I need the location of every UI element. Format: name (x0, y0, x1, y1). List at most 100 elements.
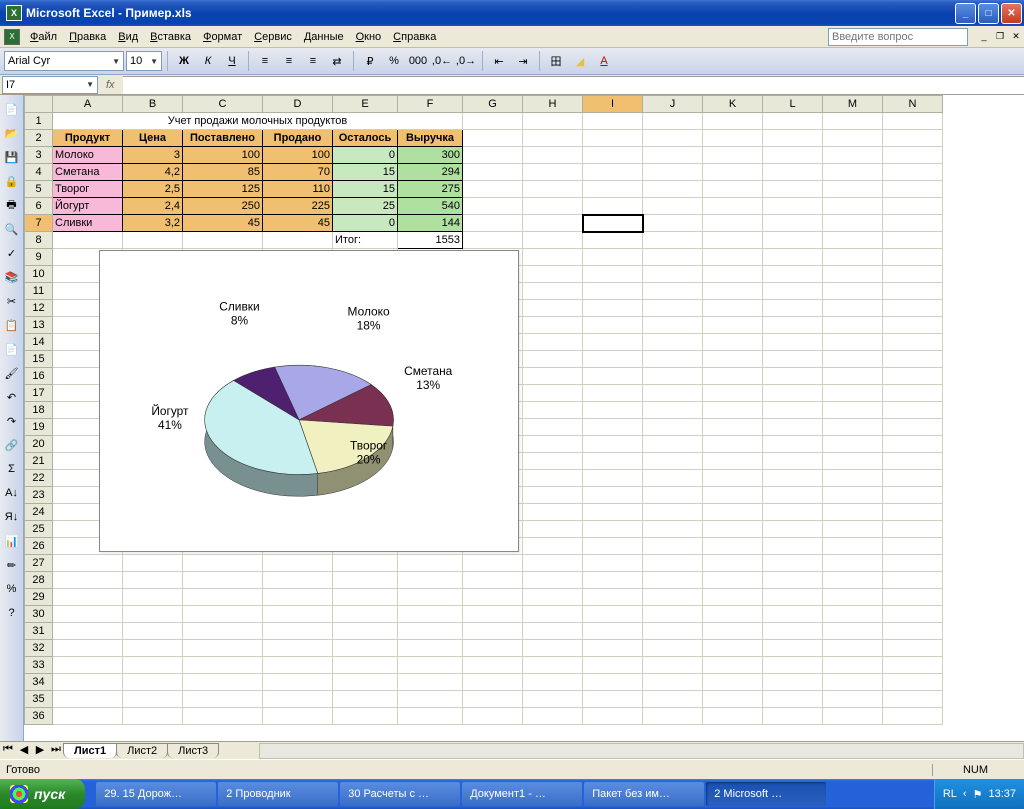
cell-L13[interactable] (763, 317, 823, 334)
cell-D2[interactable]: Продано (263, 130, 333, 147)
maximize-button[interactable]: □ (978, 3, 999, 24)
cell-L6[interactable] (763, 198, 823, 215)
cell-D6[interactable]: 225 (263, 198, 333, 215)
cell-H29[interactable] (523, 589, 583, 606)
cell-H35[interactable] (523, 691, 583, 708)
cell-I10[interactable] (583, 266, 643, 283)
cell-L19[interactable] (763, 419, 823, 436)
cell-B7[interactable]: 3,2 (123, 215, 183, 232)
cell-J5[interactable] (643, 181, 703, 198)
font-size-select[interactable]: 10▼ (126, 51, 162, 71)
row-header-29[interactable]: 29 (25, 589, 53, 606)
col-header-D[interactable]: D (263, 96, 333, 113)
cell-H10[interactable] (523, 266, 583, 283)
research-icon[interactable]: 📚 (2, 267, 22, 287)
cell-D29[interactable] (263, 589, 333, 606)
cell-N19[interactable] (883, 419, 943, 436)
cell-G34[interactable] (463, 674, 523, 691)
cell-J25[interactable] (643, 521, 703, 538)
cell-I22[interactable] (583, 470, 643, 487)
cell-A30[interactable] (53, 606, 123, 623)
sheet-tab-Лист1[interactable]: Лист1 (63, 743, 117, 758)
cell-I24[interactable] (583, 504, 643, 521)
cell-L7[interactable] (763, 215, 823, 232)
cell-I26[interactable] (583, 538, 643, 555)
cell-H34[interactable] (523, 674, 583, 691)
cell-H31[interactable] (523, 623, 583, 640)
cell-K11[interactable] (703, 283, 763, 300)
minimize-button[interactable]: _ (955, 3, 976, 24)
cell-A5[interactable]: Творог (53, 181, 123, 198)
cell-H1[interactable] (523, 113, 583, 130)
cell-K35[interactable] (703, 691, 763, 708)
decrease-indent-button[interactable]: ⇤ (488, 50, 510, 72)
cell-L3[interactable] (763, 147, 823, 164)
cell-F3[interactable]: 300 (398, 147, 463, 164)
cell-G4[interactable] (463, 164, 523, 181)
sheet-tab-Лист3[interactable]: Лист3 (167, 743, 219, 758)
start-button[interactable]: пуск (0, 779, 85, 809)
cell-L4[interactable] (763, 164, 823, 181)
cell-E31[interactable] (333, 623, 398, 640)
cell-N2[interactable] (883, 130, 943, 147)
cell-M26[interactable] (823, 538, 883, 555)
cell-H27[interactable] (523, 555, 583, 572)
cell-H33[interactable] (523, 657, 583, 674)
cell-E7[interactable]: 0 (333, 215, 398, 232)
row-header-18[interactable]: 18 (25, 402, 53, 419)
cell-A27[interactable] (53, 555, 123, 572)
cell-G5[interactable] (463, 181, 523, 198)
cell-I31[interactable] (583, 623, 643, 640)
sheet-tab-Лист2[interactable]: Лист2 (116, 743, 168, 758)
cell-M23[interactable] (823, 487, 883, 504)
close-button[interactable]: ✕ (1001, 3, 1022, 24)
cell-E4[interactable]: 15 (333, 164, 398, 181)
menu-Вставка[interactable]: Вставка (144, 29, 197, 45)
col-header-N[interactable]: N (883, 96, 943, 113)
cell-J3[interactable] (643, 147, 703, 164)
cell-N3[interactable] (883, 147, 943, 164)
worksheet-grid[interactable]: ABCDEFGHIJKLMN1Учет продажи молочных про… (24, 95, 1024, 741)
cell-K28[interactable] (703, 572, 763, 589)
document-icon[interactable]: X (4, 29, 20, 45)
cell-J6[interactable] (643, 198, 703, 215)
cell-J23[interactable] (643, 487, 703, 504)
cell-N25[interactable] (883, 521, 943, 538)
taskbar-button[interactable]: Документ1 - … (462, 782, 582, 806)
cell-I17[interactable] (583, 385, 643, 402)
cell-B4[interactable]: 4,2 (123, 164, 183, 181)
borders-button[interactable]: 田 (545, 50, 567, 72)
cell-C30[interactable] (183, 606, 263, 623)
row-header-23[interactable]: 23 (25, 487, 53, 504)
row-header-2[interactable]: 2 (25, 130, 53, 147)
system-tray[interactable]: RL ‹ ⚑ 13:37 (934, 779, 1024, 809)
cell-F32[interactable] (398, 640, 463, 657)
drawing-icon[interactable]: ✏ (2, 555, 22, 575)
cell-H26[interactable] (523, 538, 583, 555)
cell-I34[interactable] (583, 674, 643, 691)
col-header-B[interactable]: B (123, 96, 183, 113)
cell-M11[interactable] (823, 283, 883, 300)
cell-J21[interactable] (643, 453, 703, 470)
merge-center-button[interactable]: ⇄ (326, 50, 348, 72)
cell-D34[interactable] (263, 674, 333, 691)
cell-F2[interactable]: Выручка (398, 130, 463, 147)
cell-N22[interactable] (883, 470, 943, 487)
cell-K18[interactable] (703, 402, 763, 419)
cell-F36[interactable] (398, 708, 463, 725)
cell-M29[interactable] (823, 589, 883, 606)
cell-M15[interactable] (823, 351, 883, 368)
cell-K13[interactable] (703, 317, 763, 334)
cell-G35[interactable] (463, 691, 523, 708)
cell-J32[interactable] (643, 640, 703, 657)
taskbar-button[interactable]: 29. 15 Дорож… (96, 782, 216, 806)
cell-L30[interactable] (763, 606, 823, 623)
cell-I12[interactable] (583, 300, 643, 317)
cell-N24[interactable] (883, 504, 943, 521)
cell-L5[interactable] (763, 181, 823, 198)
cell-M6[interactable] (823, 198, 883, 215)
cell-H2[interactable] (523, 130, 583, 147)
cell-N33[interactable] (883, 657, 943, 674)
cell-N20[interactable] (883, 436, 943, 453)
row-header-8[interactable]: 8 (25, 232, 53, 249)
